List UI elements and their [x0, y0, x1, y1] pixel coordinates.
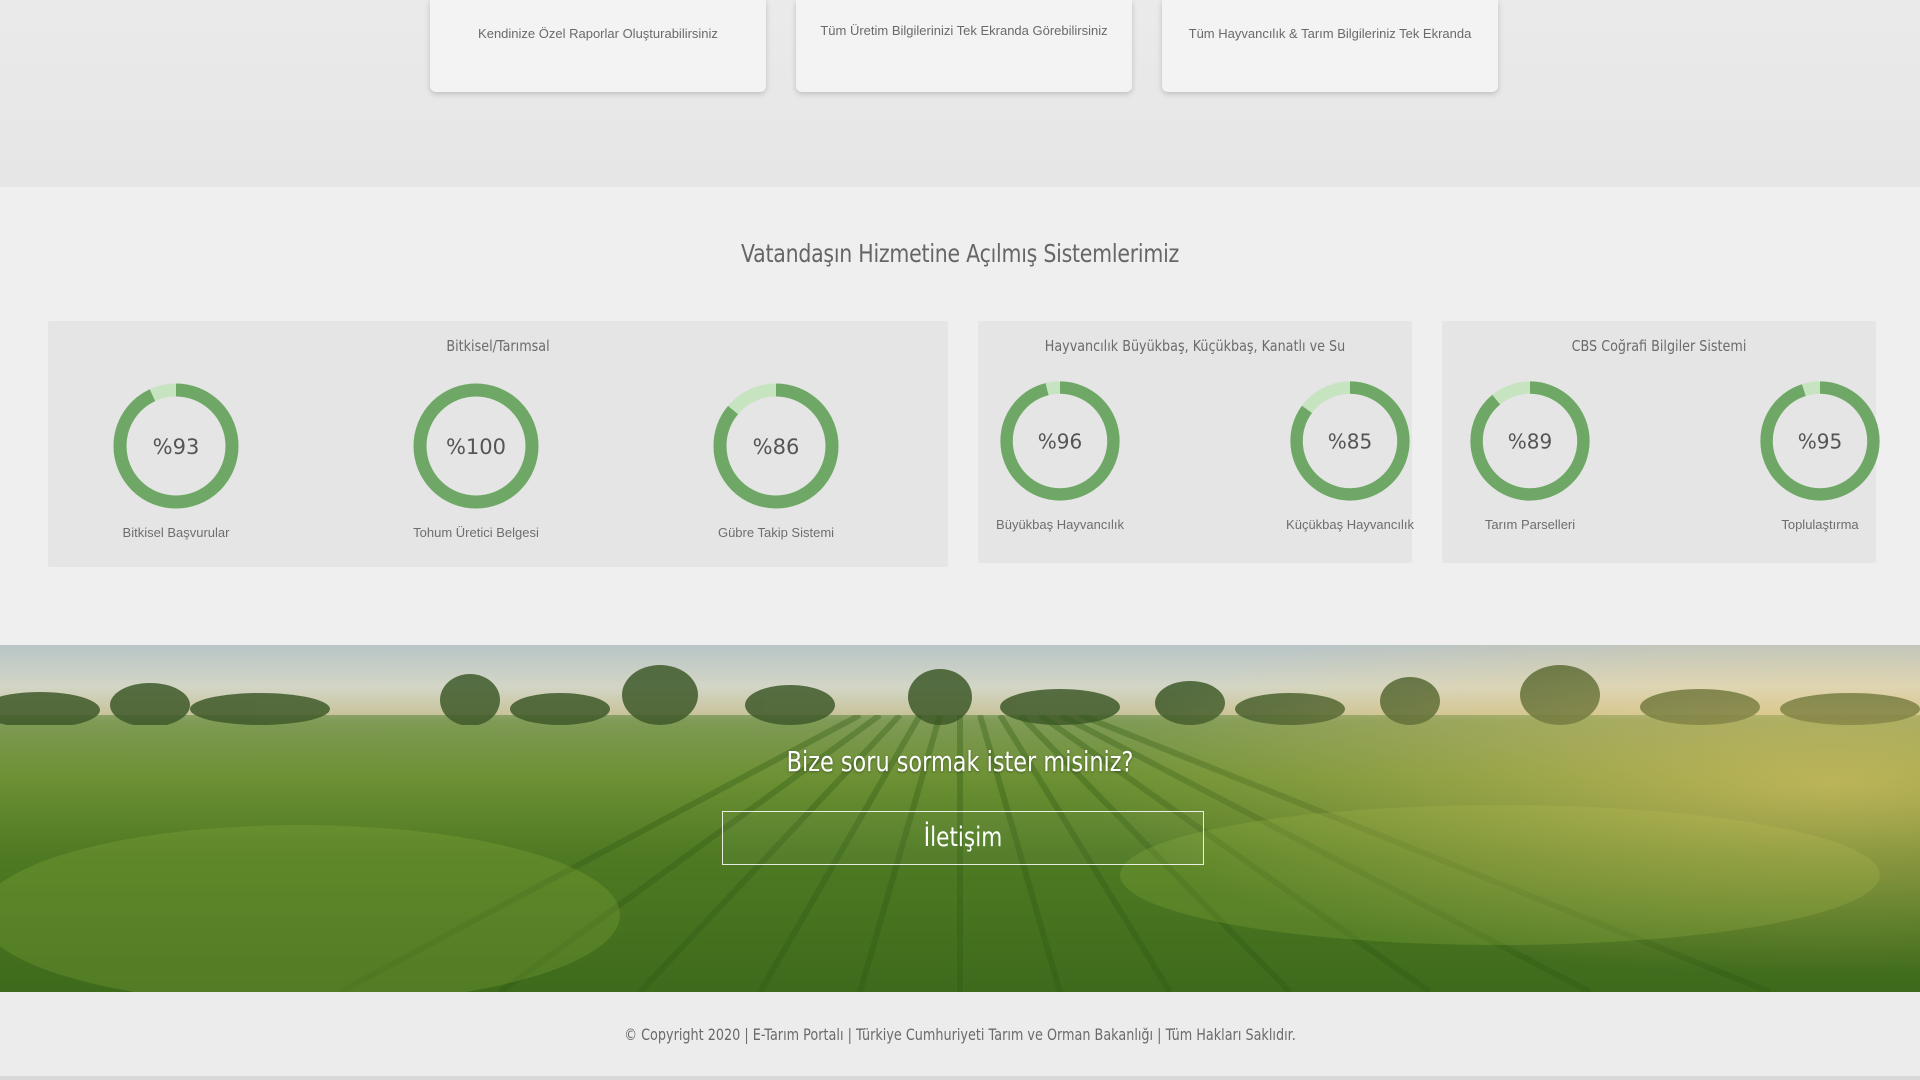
stat-label: Büyükbaş Hayvancılık	[996, 517, 1124, 532]
footer-copyright: © Copyright 2020 | E-Tarım Portalı | Tür…	[624, 1025, 1296, 1044]
stat-kucukbas-hayvancilik: %85 Küçükbaş Hayvancılık	[1260, 379, 1440, 532]
contact-button[interactable]: İletişim	[722, 811, 1204, 865]
feature-card-text: Kendinize Özel Raporlar Oluşturabilirsin…	[478, 26, 718, 41]
feature-card-livestock[interactable]: Tüm Hayvancılık & Tarım Bilgileriniz Tek…	[1162, 0, 1498, 92]
donut-value: %100	[446, 435, 506, 459]
group-title: Bitkisel/Tarımsal	[446, 337, 550, 355]
features-strip: Kendinize Özel Raporlar Oluşturabilirsin…	[0, 0, 1920, 187]
contact-banner: Bize soru sormak ister misiniz? İletişim	[0, 645, 1920, 992]
donut-value: %86	[753, 435, 800, 459]
group-title: Hayvancılık Büyükbaş, Küçükbaş, Kanatlı …	[1044, 337, 1346, 355]
donut-chart: %93	[113, 383, 239, 509]
stat-tarim-parselleri: %89 Tarım Parselleri	[1440, 379, 1620, 532]
donut-chart: %89	[1470, 381, 1590, 501]
stat-tohum-uretici-belgesi: %100 Tohum Üretici Belgesi	[386, 381, 566, 540]
feature-card-text: Tüm Hayvancılık & Tarım Bilgileriniz Tek…	[1188, 26, 1472, 41]
feature-card-reports[interactable]: Kendinize Özel Raporlar Oluşturabilirsin…	[430, 0, 766, 92]
donut-value: %93	[153, 435, 200, 459]
stat-gubre-takip-sistemi: %86 Gübre Takip Sistemi	[686, 381, 866, 540]
donut-chart: %96	[1000, 381, 1120, 501]
donut-value: %89	[1508, 430, 1553, 454]
footer: © Copyright 2020 | E-Tarım Portalı | Tür…	[0, 992, 1920, 1080]
stat-bitkisel-basvurular: %93 Bitkisel Başvurular	[86, 381, 266, 540]
donut-chart: %95	[1760, 381, 1880, 501]
systems-title: Vatandaşın Hizmetine Açılmış Sistemlerim…	[740, 239, 1180, 268]
feature-card-production[interactable]: Tüm Üretim Bilgilerinizi Tek Ekranda Gör…	[796, 0, 1132, 92]
systems-section: Vatandaşın Hizmetine Açılmış Sistemlerim…	[0, 187, 1920, 645]
stat-toplulastirma: %95 Toplulaştırma	[1730, 379, 1910, 532]
donut-value: %85	[1328, 430, 1373, 454]
stat-label: Gübre Takip Sistemi	[717, 525, 835, 540]
group-gis: CBS Coğrafi Bilgiler Sistemi %89 Tarım P…	[1440, 321, 1880, 563]
donut-chart: %86	[713, 383, 839, 509]
feature-card-text: Tüm Üretim Bilgilerinizi Tek Ekranda Gör…	[820, 23, 1108, 38]
stat-label: Tarım Parselleri	[1484, 517, 1576, 532]
donut-chart: %85	[1290, 381, 1410, 501]
donut-value: %96	[1038, 430, 1083, 454]
group-plant: Bitkisel/Tarımsal %93 Bitkisel Başvurula…	[48, 321, 948, 567]
donut-chart: %100	[413, 383, 539, 509]
stat-label: Toplulaştırma	[1781, 517, 1859, 532]
stat-label: Tohum Üretici Belgesi	[413, 525, 539, 540]
group-livestock: Hayvancılık Büyükbaş, Küçükbaş, Kanatlı …	[978, 321, 1414, 563]
stat-label: Küçükbaş Hayvancılık	[1286, 517, 1414, 532]
stat-buyukbas-hayvancilik: %96 Büyükbaş Hayvancılık	[970, 379, 1150, 532]
contact-question: Bize soru sormak ister misiniz?	[786, 745, 1134, 778]
contact-button-label: İletişim	[923, 822, 1003, 853]
donut-value: %95	[1798, 430, 1843, 454]
stat-label: Bitkisel Başvurular	[122, 525, 230, 540]
group-title: CBS Coğrafi Bilgiler Sistemi	[1571, 337, 1747, 355]
